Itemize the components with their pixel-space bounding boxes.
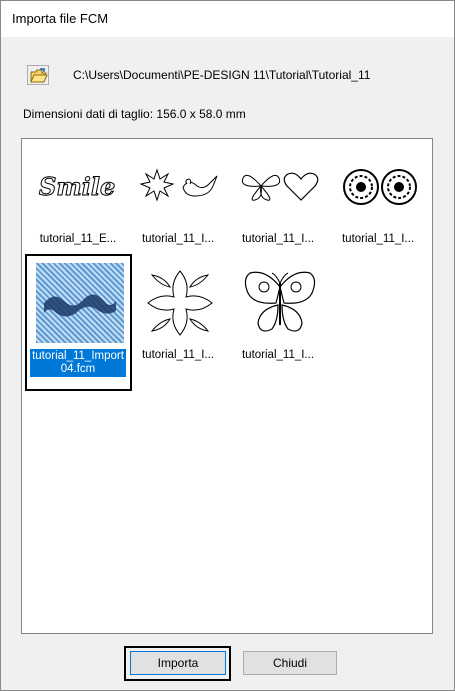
mandala-icon xyxy=(336,147,424,227)
smile-script-icon: Smile xyxy=(36,147,124,227)
file-item[interactable]: tutorial_11_I... xyxy=(126,143,230,267)
leaf-cross-icon xyxy=(136,263,224,343)
file-item[interactable]: tutorial_11_I... xyxy=(326,143,430,267)
cut-data-dimensions: Dimensioni dati di taglio: 156.0 x 58.0 … xyxy=(23,107,246,121)
bow-heart-icon xyxy=(236,147,324,227)
file-item[interactable]: Smile tutorial_11_E... xyxy=(26,143,130,267)
close-button[interactable]: Chiudi xyxy=(243,651,337,675)
import-fcm-dialog: Importa file FCM C:\Users\Documenti\PE-D… xyxy=(0,0,455,691)
file-label: tutorial_11_I... xyxy=(341,233,415,245)
folder-path: C:\Users\Documenti\PE-DESIGN 11\Tutorial… xyxy=(73,68,371,82)
selected-item-highlight-frame xyxy=(25,254,132,391)
svg-text:Smile: Smile xyxy=(39,172,115,201)
file-label: tutorial_11_I... xyxy=(241,349,315,361)
file-label: tutorial_11_E... xyxy=(39,233,117,245)
file-item[interactable]: tutorial_11_I... xyxy=(226,143,330,267)
title-bar: Importa file FCM xyxy=(1,1,454,37)
file-label: tutorial_11_I... xyxy=(141,233,215,245)
file-item[interactable]: tutorial_11_I... xyxy=(226,259,330,383)
burst-bird-icon xyxy=(136,147,224,227)
file-label: tutorial_11_I... xyxy=(141,349,215,361)
import-button-highlight-frame xyxy=(124,646,231,681)
file-item[interactable]: tutorial_11_I... xyxy=(126,259,230,383)
butterfly-icon xyxy=(236,263,324,343)
dialog-title: Importa file FCM xyxy=(12,11,109,26)
open-folder-icon xyxy=(30,68,48,83)
file-label: tutorial_11_I... xyxy=(241,233,315,245)
browse-folder-button[interactable] xyxy=(27,65,49,85)
